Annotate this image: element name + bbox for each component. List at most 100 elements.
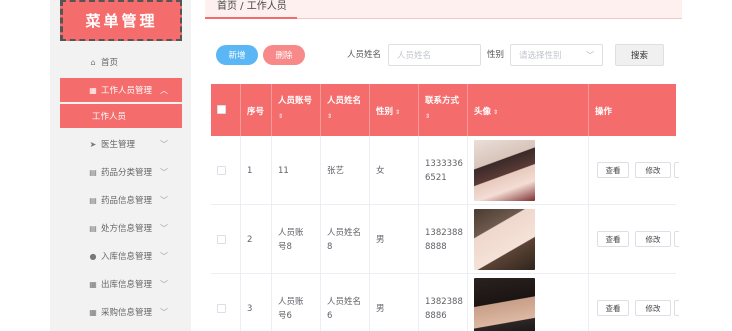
- sidebar-item-prescription[interactable]: ▤ 处方信息管理 ﹀: [60, 216, 182, 240]
- view-button[interactable]: 查看: [597, 162, 629, 178]
- sidebar-item-label: 医生管理: [101, 140, 136, 150]
- header-gender[interactable]: 性别 ⇕: [370, 84, 419, 136]
- delete-row-button[interactable]: [674, 231, 679, 247]
- row-checkbox[interactable]: [217, 304, 226, 313]
- view-button[interactable]: 查看: [597, 300, 629, 316]
- view-button[interactable]: 查看: [597, 231, 629, 247]
- sidebar-item-label: 工作人员: [92, 112, 127, 122]
- cell-gender: 女: [370, 136, 419, 205]
- chevron-down-icon: ﹀: [586, 50, 594, 60]
- edit-button[interactable]: 修改: [635, 162, 671, 178]
- cell-phone: 1333336 6521: [419, 136, 468, 205]
- phone-line: 1382388: [425, 296, 463, 307]
- grid-icon: ▦: [89, 279, 97, 289]
- sidebar-item-purchase[interactable]: ▦ 采购信息管理 ﹀: [60, 300, 182, 324]
- cell-phone: 1382388 8888: [419, 205, 468, 274]
- sidebar-item-home[interactable]: ⌂ 首页: [60, 50, 182, 74]
- chevron-down-icon: ﹀: [160, 279, 168, 289]
- cell-account: 人员账 号8: [272, 205, 321, 274]
- edit-button[interactable]: 修改: [635, 231, 671, 247]
- cell-gender: 男: [370, 205, 419, 274]
- table-header: 序号 人员账号 ⇕ 人员姓名 ⇕ 性别 ⇕ 联系方式 ⇕ 头像 ⇕ 操作: [211, 84, 676, 136]
- row-checkbox[interactable]: [217, 235, 226, 244]
- account-line: 号: [278, 241, 287, 252]
- sidebar-item-label: 处方信息管理: [101, 224, 153, 234]
- header-account-label: 人员账号: [278, 96, 313, 106]
- sort-icon[interactable]: ⇕: [278, 113, 320, 120]
- grid-icon: ▦: [89, 85, 97, 95]
- logo-text: 菜单管理: [85, 12, 158, 30]
- sidebar-item-label: 出库信息管理: [101, 280, 153, 290]
- avatar[interactable]: [474, 140, 535, 201]
- row-select-cell: [211, 205, 241, 274]
- sidebar-item-label: 药品分类管理: [101, 168, 153, 178]
- cell-account: 人员账号6: [272, 274, 321, 331]
- name-search-input[interactable]: 人员姓名: [388, 44, 481, 66]
- chevron-up-icon: ︿: [160, 85, 168, 95]
- grid-icon: ▦: [89, 307, 97, 317]
- select-all-checkbox[interactable]: [217, 105, 226, 114]
- header-avatar-label: 头像: [474, 107, 492, 117]
- sidebar-item-label: 采购信息管理: [101, 308, 153, 318]
- sort-icon[interactable]: ⇕: [327, 113, 369, 120]
- sidebar-item-staff-management[interactable]: ▦ 工作人员管理 ︿: [60, 78, 182, 102]
- account-line: 人员账: [278, 296, 304, 307]
- add-button[interactable]: 新增: [216, 45, 258, 65]
- header-account[interactable]: 人员账号 ⇕: [272, 84, 321, 136]
- delete-row-button[interactable]: [674, 162, 679, 178]
- breadcrumb-text[interactable]: 首页 / 工作人员: [217, 0, 287, 14]
- cell-gender: 男: [370, 274, 419, 331]
- breadcrumb-underline: [205, 17, 297, 19]
- table-row: 2 人员账 号8 人员姓名 8 男 1382388 8888 查看 修改: [211, 205, 679, 274]
- cell-index: 1: [241, 136, 272, 205]
- row-select-cell: [211, 274, 241, 331]
- sort-icon[interactable]: ⇕: [395, 109, 400, 116]
- name-filter-label: 人员姓名: [347, 50, 382, 60]
- name-line: 人员姓名: [327, 296, 362, 307]
- phone-line: 1382388: [425, 227, 463, 238]
- chevron-down-icon: ﹀: [160, 307, 168, 317]
- chevron-down-icon: ﹀: [160, 139, 168, 149]
- gender-filter-label: 性别: [487, 50, 505, 60]
- avatar[interactable]: [474, 278, 535, 331]
- cell-avatar: [468, 205, 589, 274]
- gender-select-placeholder: 请选择性别: [519, 51, 562, 61]
- account-line: 号: [278, 310, 287, 321]
- name-line: 6: [327, 310, 333, 321]
- delete-row-button[interactable]: [674, 300, 679, 316]
- header-select-cell: [211, 84, 241, 136]
- avatar[interactable]: [474, 209, 535, 270]
- sidebar-subitem-staff[interactable]: 工作人员: [60, 104, 182, 128]
- header-phone[interactable]: 联系方式 ⇕: [419, 84, 468, 136]
- header-actions: 操作: [589, 84, 676, 136]
- clipboard-icon: ▤: [89, 223, 97, 233]
- account-line: 6: [286, 310, 292, 321]
- chevron-down-icon: ﹀: [160, 223, 168, 233]
- phone-line: 8886: [425, 310, 447, 321]
- header-index-label: 序号: [247, 107, 265, 117]
- sidebar-item-stock-in[interactable]: ● 入库信息管理 ﹀: [60, 244, 182, 268]
- sidebar-item-drug-info[interactable]: ▤ 药品信息管理 ﹀: [60, 188, 182, 212]
- sort-icon[interactable]: ⇕: [425, 113, 467, 120]
- row-checkbox[interactable]: [217, 166, 226, 175]
- header-avatar[interactable]: 头像 ⇕: [468, 84, 589, 136]
- clipboard-icon: ▤: [89, 167, 97, 177]
- header-actions-label: 操作: [595, 107, 613, 117]
- sidebar-item-drug-category[interactable]: ▤ 药品分类管理 ﹀: [60, 160, 182, 184]
- header-index: 序号: [241, 84, 272, 136]
- search-button[interactable]: 搜索: [615, 44, 664, 66]
- sidebar-item-doctor-management[interactable]: ➤ 医生管理 ﹀: [60, 132, 182, 156]
- edit-button[interactable]: 修改: [635, 300, 671, 316]
- header-name[interactable]: 人员姓名 ⇕: [321, 84, 370, 136]
- sidebar-item-stock-out[interactable]: ▦ 出库信息管理 ﹀: [60, 272, 182, 296]
- home-icon: ⌂: [90, 57, 96, 67]
- header-phone-label: 联系方式: [425, 96, 460, 106]
- name-line: 人员姓名: [327, 227, 362, 238]
- cell-name: 人员姓名 6: [321, 274, 370, 331]
- sidebar-item-label: 药品信息管理: [101, 196, 153, 206]
- gender-select[interactable]: 请选择性别 ﹀: [510, 44, 603, 66]
- phone-line: 8888: [425, 241, 447, 252]
- cell-index: 3: [241, 274, 272, 331]
- sort-icon[interactable]: ⇕: [493, 109, 498, 116]
- delete-button[interactable]: 删除: [263, 45, 305, 65]
